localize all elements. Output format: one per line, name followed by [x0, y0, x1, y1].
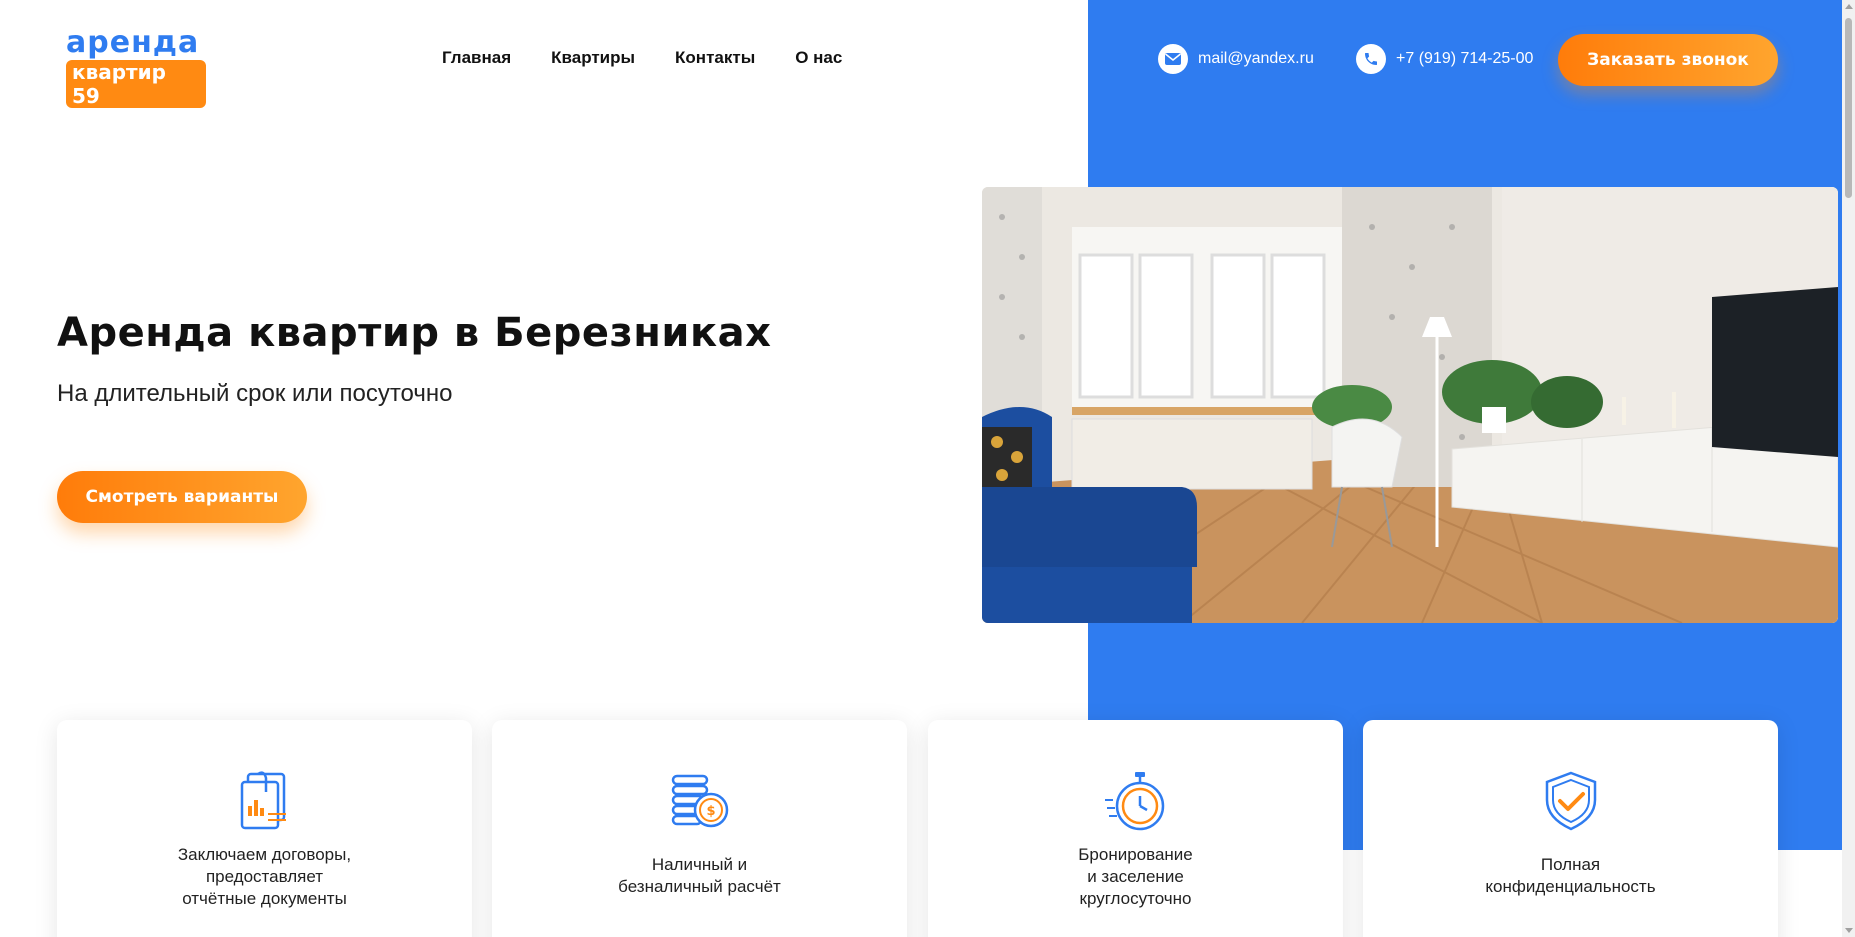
feature-text-privacy: Полная конфиденциальность [1485, 855, 1656, 896]
order-call-button[interactable]: Заказать звонок [1558, 34, 1778, 86]
nav-item-about[interactable]: О нас [795, 48, 842, 68]
scroll-down-arrow-icon[interactable] [1845, 928, 1853, 933]
nav-item-apartments[interactable]: Квартиры [551, 48, 635, 68]
mail-icon [1158, 44, 1188, 74]
scroll-thumb[interactable] [1845, 18, 1852, 198]
stopwatch-icon [1104, 770, 1167, 832]
feature-card-payment: $ Наличный и безналичный расчёт [492, 720, 907, 937]
feature-card-privacy: Полная конфиденциальность [1363, 720, 1778, 937]
hero-title: Аренда квартир в Березниках [57, 310, 772, 356]
site-logo[interactable]: аренда квартир 59 [66, 25, 206, 108]
main-nav: Главная Квартиры Контакты О нас [442, 48, 842, 68]
feature-card-booking: Бронирование и заселение круглосуточно [928, 720, 1343, 937]
apartment-photo [982, 187, 1838, 623]
email-contact[interactable]: mail@yandex.ru [1158, 44, 1314, 74]
phone-text: +7 (919) 714-25-00 [1396, 50, 1534, 67]
feature-text-payment: Наличный и безналичный расчёт [618, 855, 781, 896]
feature-text-documents: Заключаем договоры, предоставляет отчётн… [177, 845, 352, 908]
documents-icon [234, 770, 296, 832]
scroll-up-arrow-icon[interactable] [1845, 4, 1853, 9]
hero-subtitle: На длительный срок или посуточно [57, 380, 453, 407]
shield-check-icon [1540, 770, 1602, 832]
logo-text-top: аренда [66, 25, 200, 60]
view-options-button[interactable]: Смотреть варианты [57, 471, 307, 523]
feature-text-booking: Бронирование и заселение круглосуточно [1078, 845, 1193, 908]
email-text: mail@yandex.ru [1198, 50, 1314, 67]
nav-item-contacts[interactable]: Контакты [675, 48, 755, 68]
feature-card-documents: Заключаем договоры, предоставляет отчётн… [57, 720, 472, 937]
site-header: аренда квартир 59 Главная Квартиры Конта… [0, 0, 1855, 118]
phone-icon [1356, 44, 1386, 74]
nav-item-home[interactable]: Главная [442, 48, 511, 68]
logo-text-bottom: квартир 59 [66, 60, 206, 108]
svg-text:$: $ [706, 804, 715, 819]
phone-contact[interactable]: +7 (919) 714-25-00 [1356, 44, 1533, 74]
page-scrollbar[interactable] [1842, 0, 1855, 937]
coins-icon: $ [669, 770, 731, 832]
